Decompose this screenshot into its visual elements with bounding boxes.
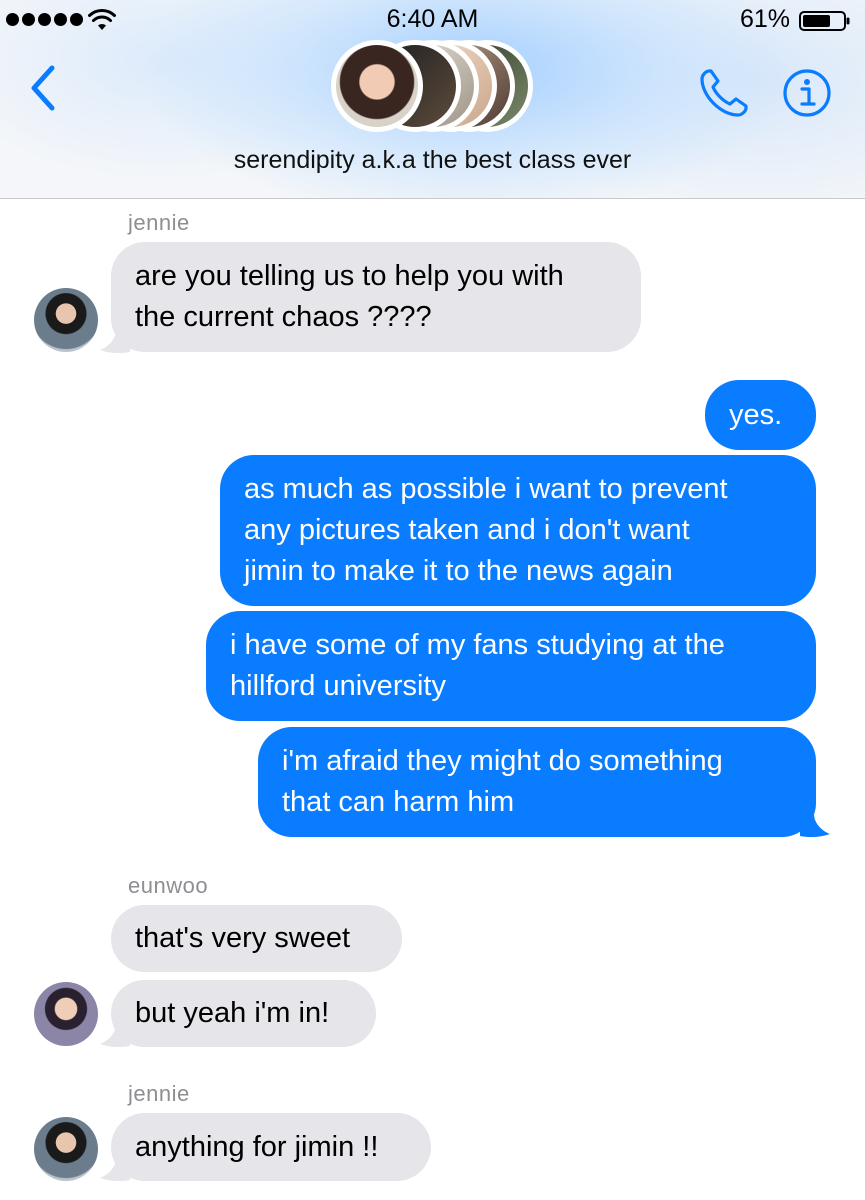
message-bubble-incoming[interactable]: that's very sweet: [111, 905, 402, 972]
conversation-header: 6:40 AM 61% serendipity a.k.a the best c…: [0, 0, 865, 199]
message-text: as much as possible i want to prevent an…: [244, 473, 728, 587]
message-bubble-outgoing[interactable]: i have some of my fans studying at the h…: [206, 611, 816, 721]
message-text: i have some of my fans studying at the h…: [230, 629, 725, 702]
message-text: anything for jimin !!: [135, 1130, 379, 1163]
message-bubble-outgoing[interactable]: i'm afraid they might do something that …: [258, 727, 816, 837]
battery-icon: [799, 11, 850, 31]
message-bubble-incoming[interactable]: but yeah i'm in!: [111, 980, 376, 1047]
sender-name: jennie: [128, 1081, 190, 1106]
message-bubble-incoming[interactable]: are you telling us to help you with the …: [111, 242, 641, 352]
avatar[interactable]: [34, 982, 98, 1046]
sender-name: jennie: [128, 210, 190, 235]
chevron-left-icon[interactable]: [26, 62, 60, 114]
message-text: i'm afraid they might do something that …: [282, 745, 723, 818]
group-member-avatar: [331, 40, 423, 132]
message-bubble-incoming[interactable]: anything for jimin !!: [111, 1113, 431, 1181]
group-avatar-stack[interactable]: [331, 40, 533, 132]
status-time: 6:40 AM: [386, 5, 479, 33]
avatar[interactable]: [34, 1117, 98, 1181]
message-bubble-outgoing[interactable]: as much as possible i want to prevent an…: [220, 455, 816, 606]
message-bubble-outgoing[interactable]: yes.: [705, 380, 816, 450]
message-text: that's very sweet: [135, 922, 351, 954]
phone-icon[interactable]: [697, 66, 751, 120]
message-text: are you telling us to help you with the …: [135, 260, 564, 333]
sender-name: eunwoo: [128, 873, 209, 898]
avatar[interactable]: [34, 288, 98, 352]
battery-percentage: 61%: [739, 5, 790, 33]
message-text: yes.: [729, 398, 783, 431]
status-bar: 6:40 AM 61%: [0, 0, 865, 40]
group-name[interactable]: serendipity a.k.a the best class ever: [0, 146, 865, 175]
message-text: but yeah i'm in!: [135, 997, 330, 1029]
info-icon[interactable]: [782, 68, 832, 118]
